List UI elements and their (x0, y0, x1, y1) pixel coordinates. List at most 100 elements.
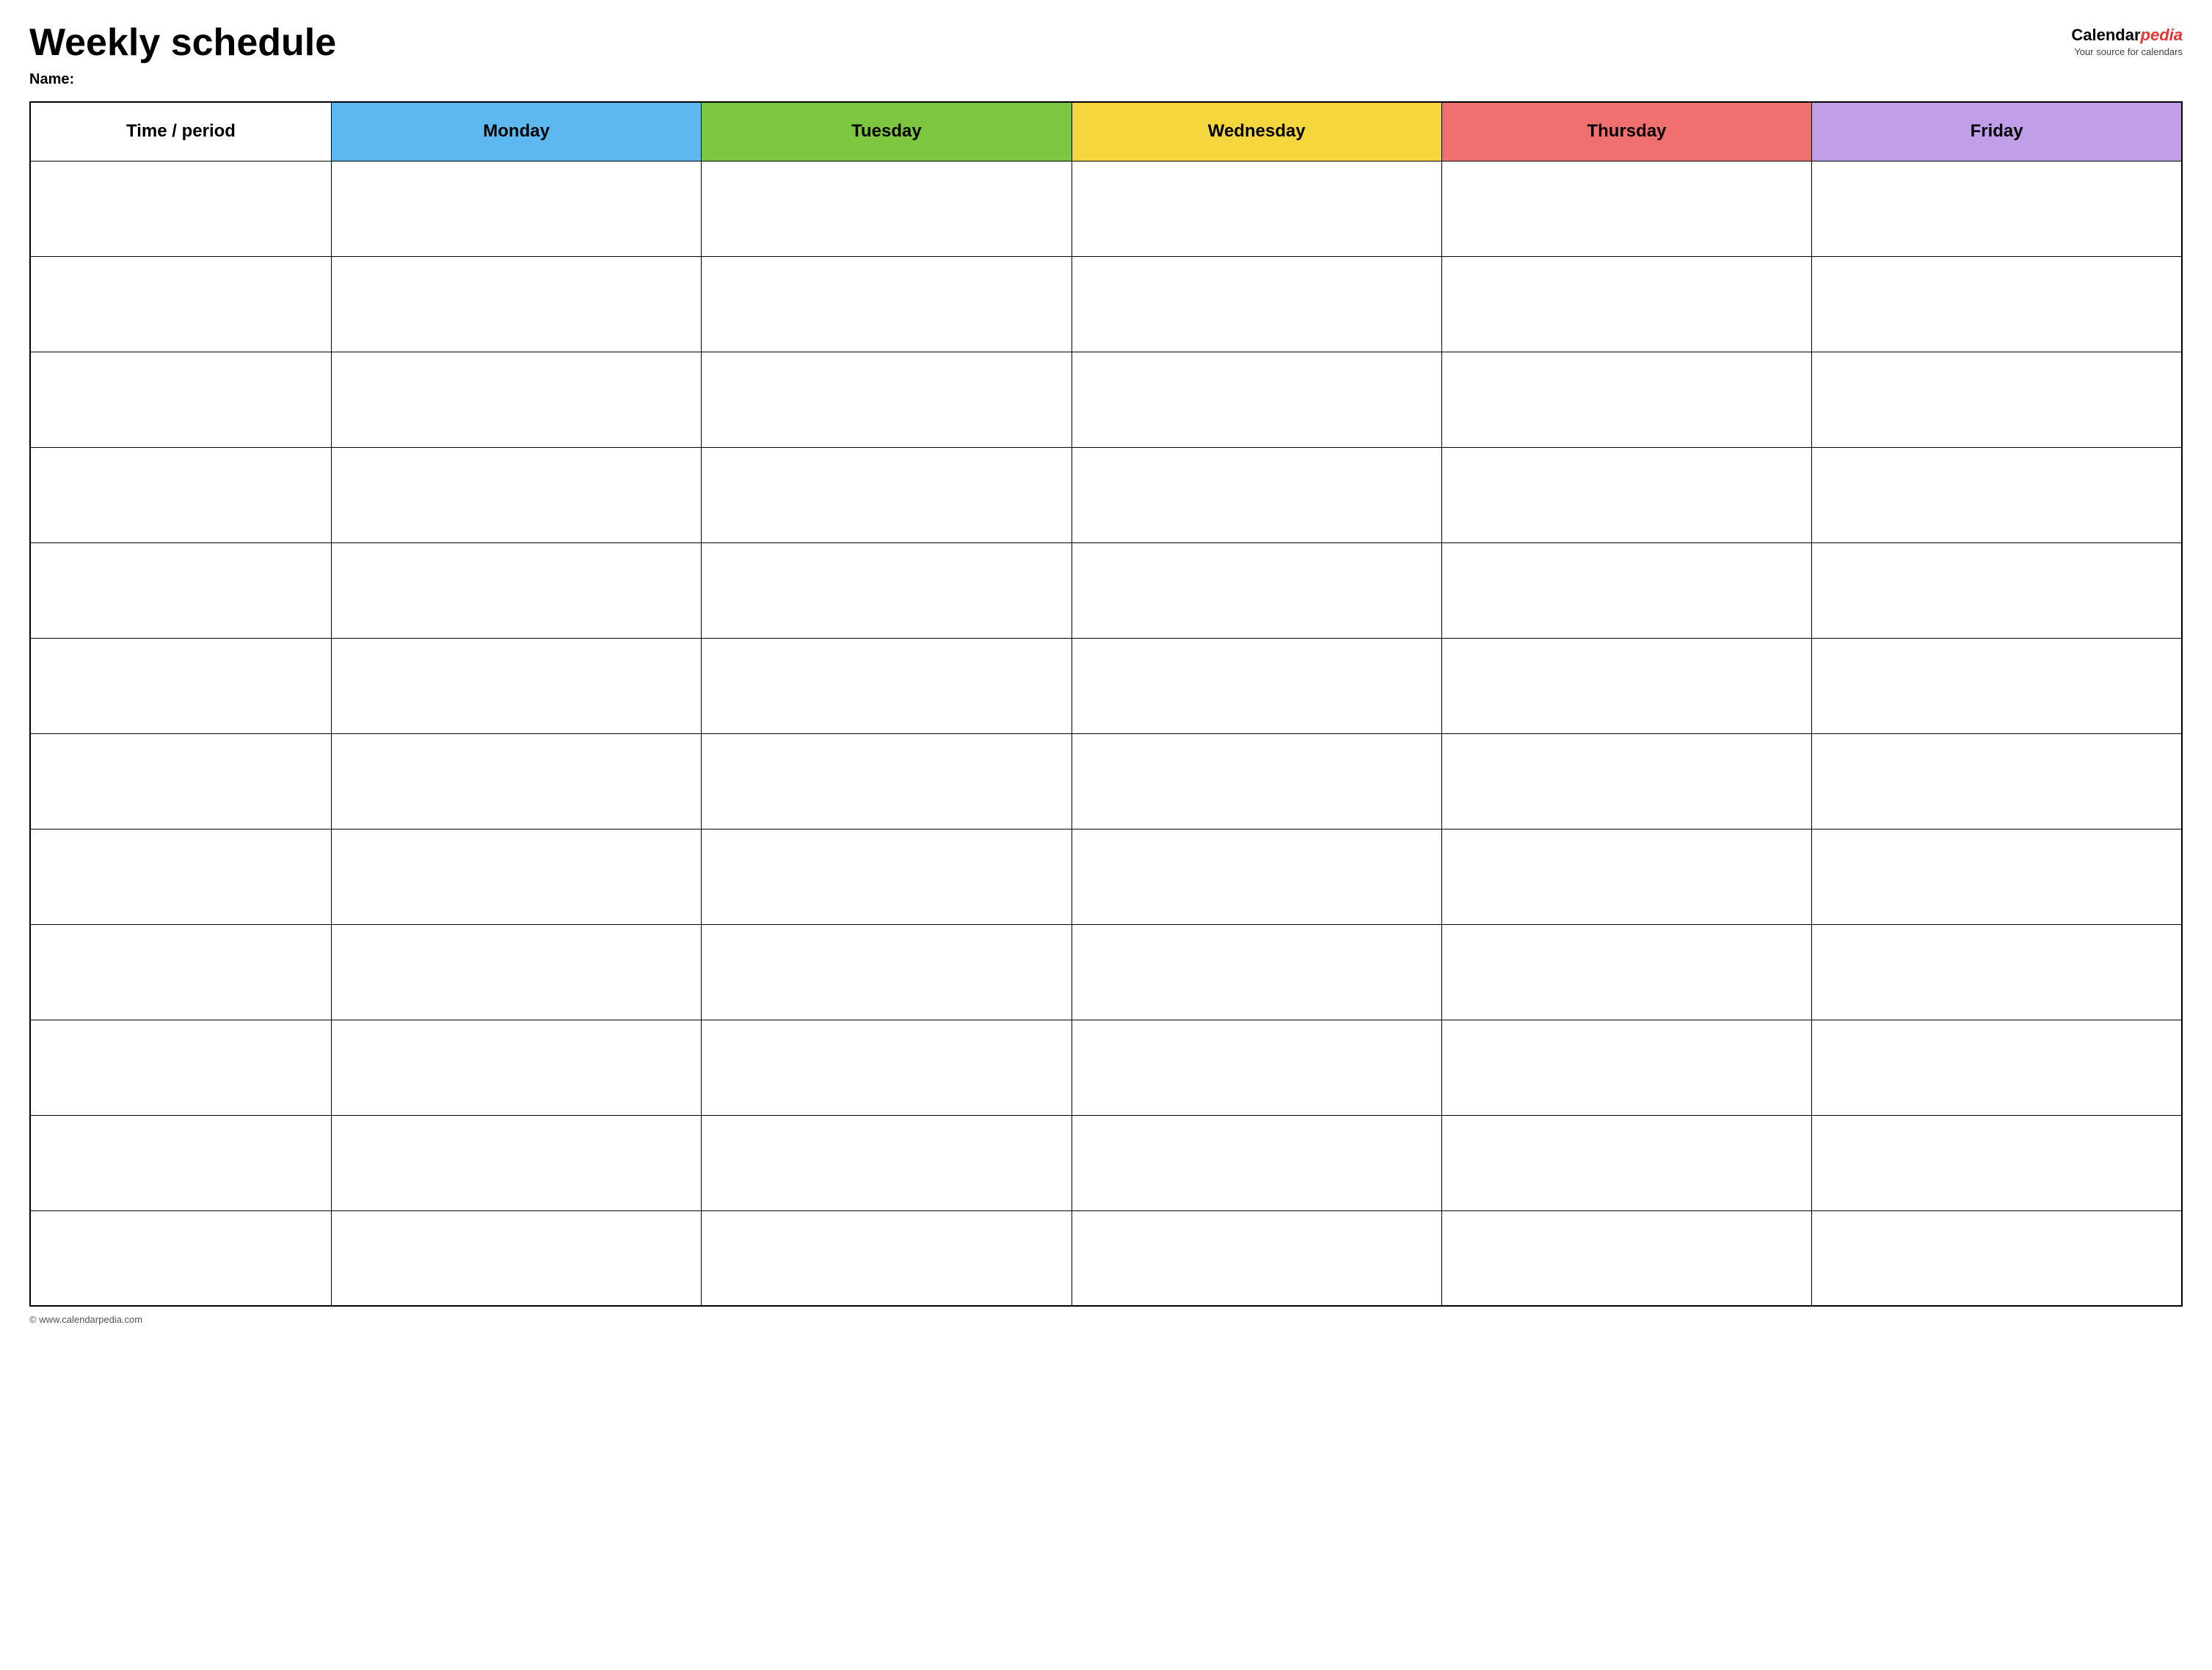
cell-row5-col5[interactable] (1812, 638, 2182, 733)
cell-row8-col3[interactable] (1072, 924, 1441, 1020)
cell-row7-col2[interactable] (702, 829, 1072, 924)
cell-row7-col1[interactable] (331, 829, 701, 924)
cell-row6-col1[interactable] (331, 733, 701, 829)
cell-row9-col4[interactable] (1441, 1020, 1811, 1115)
name-label: Name: (29, 71, 2183, 88)
table-row (30, 542, 2182, 638)
cell-row10-col5[interactable] (1812, 1115, 2182, 1210)
cell-row9-col2[interactable] (702, 1020, 1072, 1115)
cell-row1-col0[interactable] (30, 256, 331, 352)
cell-row4-col3[interactable] (1072, 542, 1441, 638)
table-row (30, 256, 2182, 352)
logo-pedia: pedia (2141, 26, 2183, 44)
cell-row11-col0[interactable] (30, 1210, 331, 1306)
logo-text: Calendarpedia (2071, 26, 2183, 45)
cell-row11-col1[interactable] (331, 1210, 701, 1306)
cell-row4-col0[interactable] (30, 542, 331, 638)
cell-row3-col3[interactable] (1072, 447, 1441, 542)
table-row (30, 638, 2182, 733)
cell-row8-col1[interactable] (331, 924, 701, 1020)
cell-row0-col3[interactable] (1072, 161, 1441, 256)
cell-row5-col4[interactable] (1441, 638, 1811, 733)
cell-row10-col2[interactable] (702, 1115, 1072, 1210)
cell-row6-col2[interactable] (702, 733, 1072, 829)
cell-row10-col4[interactable] (1441, 1115, 1811, 1210)
header-friday: Friday (1812, 102, 2182, 161)
cell-row9-col3[interactable] (1072, 1020, 1441, 1115)
cell-row3-col4[interactable] (1441, 447, 1811, 542)
cell-row2-col5[interactable] (1812, 352, 2182, 447)
cell-row8-col4[interactable] (1441, 924, 1811, 1020)
cell-row10-col3[interactable] (1072, 1115, 1441, 1210)
schedule-table: Time / period Monday Tuesday Wednesday T… (29, 101, 2183, 1307)
cell-row8-col5[interactable] (1812, 924, 2182, 1020)
cell-row4-col5[interactable] (1812, 542, 2182, 638)
cell-row0-col0[interactable] (30, 161, 331, 256)
footer: © www.calendarpedia.com (29, 1314, 2183, 1325)
cell-row5-col3[interactable] (1072, 638, 1441, 733)
table-row (30, 447, 2182, 542)
page-title: Weekly schedule (29, 22, 336, 64)
cell-row8-col0[interactable] (30, 924, 331, 1020)
logo-calendar: Calendar (2071, 26, 2140, 44)
cell-row10-col0[interactable] (30, 1115, 331, 1210)
table-row (30, 1115, 2182, 1210)
cell-row11-col2[interactable] (702, 1210, 1072, 1306)
cell-row2-col3[interactable] (1072, 352, 1441, 447)
cell-row1-col1[interactable] (331, 256, 701, 352)
logo: Calendarpedia Your source for calendars (2071, 22, 2183, 57)
cell-row1-col2[interactable] (702, 256, 1072, 352)
logo-tagline: Your source for calendars (2071, 46, 2183, 57)
cell-row7-col3[interactable] (1072, 829, 1441, 924)
table-header-row: Time / period Monday Tuesday Wednesday T… (30, 102, 2182, 161)
cell-row5-col1[interactable] (331, 638, 701, 733)
cell-row7-col5[interactable] (1812, 829, 2182, 924)
cell-row1-col5[interactable] (1812, 256, 2182, 352)
cell-row3-col5[interactable] (1812, 447, 2182, 542)
cell-row1-col4[interactable] (1441, 256, 1811, 352)
cell-row4-col2[interactable] (702, 542, 1072, 638)
cell-row6-col0[interactable] (30, 733, 331, 829)
header-monday: Monday (331, 102, 701, 161)
cell-row5-col2[interactable] (702, 638, 1072, 733)
cell-row6-col4[interactable] (1441, 733, 1811, 829)
cell-row3-col0[interactable] (30, 447, 331, 542)
cell-row5-col0[interactable] (30, 638, 331, 733)
cell-row3-col2[interactable] (702, 447, 1072, 542)
cell-row10-col1[interactable] (331, 1115, 701, 1210)
table-row (30, 161, 2182, 256)
cell-row1-col3[interactable] (1072, 256, 1441, 352)
cell-row4-col1[interactable] (331, 542, 701, 638)
cell-row0-col1[interactable] (331, 161, 701, 256)
cell-row9-col5[interactable] (1812, 1020, 2182, 1115)
cell-row6-col3[interactable] (1072, 733, 1441, 829)
header-tuesday: Tuesday (702, 102, 1072, 161)
cell-row9-col1[interactable] (331, 1020, 701, 1115)
cell-row2-col1[interactable] (331, 352, 701, 447)
cell-row11-col4[interactable] (1441, 1210, 1811, 1306)
cell-row7-col0[interactable] (30, 829, 331, 924)
cell-row8-col2[interactable] (702, 924, 1072, 1020)
cell-row7-col4[interactable] (1441, 829, 1811, 924)
cell-row3-col1[interactable] (331, 447, 701, 542)
cell-row2-col0[interactable] (30, 352, 331, 447)
cell-row2-col4[interactable] (1441, 352, 1811, 447)
cell-row4-col4[interactable] (1441, 542, 1811, 638)
table-row (30, 352, 2182, 447)
page-header: Weekly schedule Calendarpedia Your sourc… (29, 22, 2183, 64)
footer-url: © www.calendarpedia.com (29, 1314, 142, 1325)
cell-row2-col2[interactable] (702, 352, 1072, 447)
header-thursday: Thursday (1441, 102, 1811, 161)
cell-row0-col5[interactable] (1812, 161, 2182, 256)
cell-row9-col0[interactable] (30, 1020, 331, 1115)
cell-row6-col5[interactable] (1812, 733, 2182, 829)
cell-row0-col2[interactable] (702, 161, 1072, 256)
table-row (30, 1020, 2182, 1115)
header-wednesday: Wednesday (1072, 102, 1441, 161)
cell-row11-col3[interactable] (1072, 1210, 1441, 1306)
cell-row0-col4[interactable] (1441, 161, 1811, 256)
table-row (30, 1210, 2182, 1306)
header-time: Time / period (30, 102, 331, 161)
cell-row11-col5[interactable] (1812, 1210, 2182, 1306)
schedule-body (30, 161, 2182, 1306)
